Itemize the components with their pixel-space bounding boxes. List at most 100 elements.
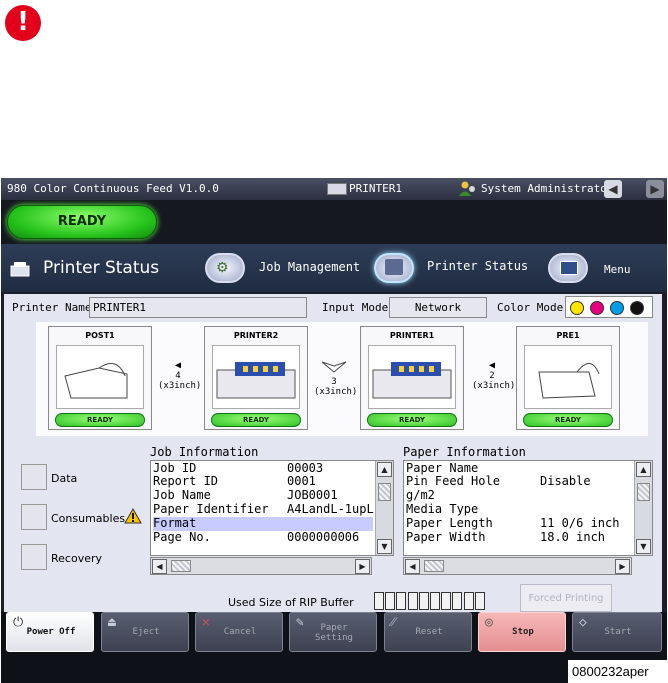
tab-printer-status-label[interactable]: Printer Status [427, 259, 528, 273]
scroll-thumb[interactable] [171, 560, 191, 572]
rip-buffer-segment [418, 592, 429, 610]
stop-button[interactable]: ◎ Stop [478, 612, 566, 652]
scroll-up-icon[interactable]: ▲ [377, 462, 392, 477]
feeder-icon [524, 345, 612, 409]
list-item: Paper Length 11 0/6 inch [406, 516, 620, 530]
left-arrow-icon: ◀ [174, 360, 182, 371]
connector-length: 4 [175, 371, 181, 381]
paper-setting-button[interactable]: ✎ Paper Setting [289, 612, 377, 652]
rip-buffer-segment [474, 592, 485, 610]
device-post1[interactable]: POST1 READY [48, 326, 152, 430]
connector-2: 3 (x3inch) [314, 360, 358, 397]
device-status: READY [55, 413, 145, 427]
list-item-selected: Format [153, 517, 373, 531]
scroll-right-icon[interactable]: ▶ [355, 559, 370, 574]
paper-info-vscroll[interactable]: ▲ ▼ [634, 461, 652, 555]
error-icon: ! [5, 5, 41, 41]
scroll-right-icon[interactable]: ▶ [615, 559, 630, 574]
recovery-label: Recovery [51, 552, 103, 565]
rip-buffer-segment [374, 592, 384, 610]
left-arrow-icon: ◀ [488, 360, 496, 371]
scroll-thumb[interactable] [637, 483, 650, 501]
power-off-button[interactable]: ⏻ Power Off [6, 612, 94, 652]
rip-buffer-segment [452, 592, 463, 610]
data-button[interactable] [21, 464, 47, 490]
scroll-down-icon[interactable]: ▼ [377, 539, 392, 554]
device-pre1[interactable]: PRE1 READY [516, 326, 620, 430]
scroll-down-icon[interactable]: ▼ [636, 539, 651, 554]
printer-icon [327, 183, 347, 195]
connector-1: ◀ 4 (x3inch) [158, 360, 202, 391]
paper-info-hscroll[interactable]: ◀ ▶ [403, 557, 632, 575]
black-toner-dot [630, 301, 644, 315]
device-printer1[interactable]: PRINTER1 READY [360, 326, 464, 430]
color-mode-label: Color Mode [497, 301, 564, 314]
warning-icon [124, 508, 142, 524]
figure-caption: 0800232aper [568, 660, 668, 683]
scroll-left-icon[interactable]: ◀ [405, 559, 420, 574]
scroll-up-icon[interactable]: ▲ [636, 462, 651, 477]
tab-menu-label[interactable]: Menu [604, 263, 631, 276]
rip-buffer-segment [430, 592, 440, 610]
start-button[interactable]: ◇ Start [572, 612, 662, 652]
connector-length: 3 [331, 377, 337, 387]
scroll-left-icon[interactable]: ◀ [152, 559, 167, 574]
scroll-thumb[interactable] [378, 483, 391, 501]
paper-info-list[interactable]: Paper Name Pin Feed Hole Disable g/m2 Med… [403, 460, 653, 556]
data-label: Data [51, 472, 78, 485]
app-title: 980 Color Continuous Feed V1.0.0 [7, 182, 219, 195]
stacker-icon [56, 345, 144, 409]
list-item: Media Type [406, 502, 479, 516]
device-name: PRINTER2 [233, 331, 279, 340]
eject-button[interactable]: ⏏ Eject [101, 612, 189, 652]
connector-unit: (x3inch) [314, 387, 358, 397]
device-name: PRINTER1 [389, 331, 435, 340]
page-title: Printer Status [43, 258, 160, 278]
cyan-toner-dot [610, 301, 624, 315]
device-name: POST1 [85, 331, 115, 340]
printer-status-icon [385, 259, 403, 275]
rip-buffer-segment [407, 592, 418, 610]
color-mode-indicator [565, 296, 653, 318]
list-item: Pin Feed Hole Disable [406, 474, 591, 488]
job-info-list[interactable]: Job ID 00003 Report ID 0001 Job Name JOB000… [150, 460, 394, 556]
connector-length: 2 [489, 371, 495, 381]
connector-unit: (x3inch) [472, 381, 516, 391]
title-bar: 980 Color Continuous Feed V1.0.0 PRINTER… [1, 178, 667, 200]
input-mode-field: Network [389, 297, 487, 318]
forced-printing-button[interactable]: Forced Printing [520, 584, 612, 612]
rip-buffer-segment [396, 592, 407, 610]
consumables-button[interactable] [21, 504, 47, 530]
nav-next-button[interactable]: ▶ [646, 180, 664, 198]
connector-unit: (x3inch) [158, 381, 202, 391]
scroll-thumb[interactable] [424, 560, 444, 572]
device-status: READY [523, 413, 613, 427]
device-name: PRE1 [556, 331, 580, 340]
cancel-button[interactable]: ✕ Cancel [195, 612, 283, 652]
connector-3: ◀ 2 (x3inch) [472, 360, 516, 391]
tab-job-management-label[interactable]: Job Management [259, 260, 360, 274]
rip-buffer-segment [385, 592, 396, 610]
printer-icon [368, 345, 456, 409]
input-mode-label: Input Mode [322, 301, 389, 314]
job-info-hscroll[interactable]: ◀ ▶ [150, 557, 372, 575]
device-printer2[interactable]: PRINTER2 READY [204, 326, 308, 430]
menu-icon [560, 261, 578, 275]
recovery-button[interactable] [21, 544, 47, 570]
printer-name-label: Printer Name [12, 301, 92, 314]
consumables-label: Consumables [51, 512, 126, 525]
job-info-vscroll[interactable]: ▲ ▼ [375, 461, 393, 555]
list-item: Paper Width 18.0 inch [406, 530, 606, 544]
device-status: READY [367, 413, 457, 427]
job-info-title: Job Information [150, 445, 259, 459]
list-item: g/m2 [406, 488, 435, 502]
paper-fold-icon [321, 361, 347, 373]
rip-buffer-segment [463, 592, 474, 610]
printer-ready-indicator: READY [7, 205, 157, 239]
list-item: Page No. 0000000006 [153, 530, 360, 544]
job-management-icon: ⚙ [216, 260, 229, 276]
magenta-toner-dot [590, 301, 604, 315]
nav-prev-button[interactable]: ◀ [604, 180, 622, 198]
printer-name-field: PRINTER1 [89, 297, 307, 318]
reset-button[interactable]: ⁄⁄ Reset [384, 612, 472, 652]
